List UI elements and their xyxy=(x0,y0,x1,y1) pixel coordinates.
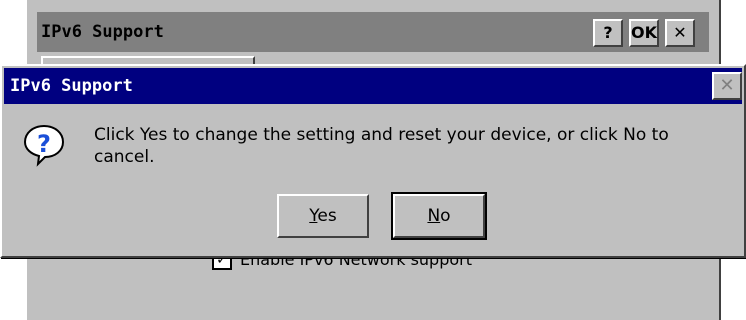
question-icon: ? xyxy=(23,124,65,167)
background-titlebar: IPv6 Support ? OK ✕ xyxy=(37,12,709,52)
background-window-title: IPv6 Support xyxy=(41,22,164,42)
no-button[interactable]: No xyxy=(391,192,487,240)
ipv6-support-dialog: IPv6 Support ✕ ? Click Yes to change the… xyxy=(0,64,746,258)
yes-button[interactable]: Yes xyxy=(277,194,369,238)
yes-button-label: es xyxy=(317,206,337,226)
dialog-title: IPv6 Support xyxy=(10,76,133,96)
dialog-close-button[interactable]: ✕ xyxy=(712,72,742,100)
ok-button[interactable]: OK xyxy=(629,19,659,47)
dialog-titlebar: IPv6 Support ✕ xyxy=(4,68,742,104)
background-close-button[interactable]: ✕ xyxy=(665,19,695,47)
no-button-label: o xyxy=(440,206,451,226)
help-button[interactable]: ? xyxy=(593,19,623,47)
no-button-mnemonic: N xyxy=(427,206,441,226)
dialog-message: Click Yes to change the setting and rese… xyxy=(94,125,669,167)
svg-text:?: ? xyxy=(37,130,51,158)
